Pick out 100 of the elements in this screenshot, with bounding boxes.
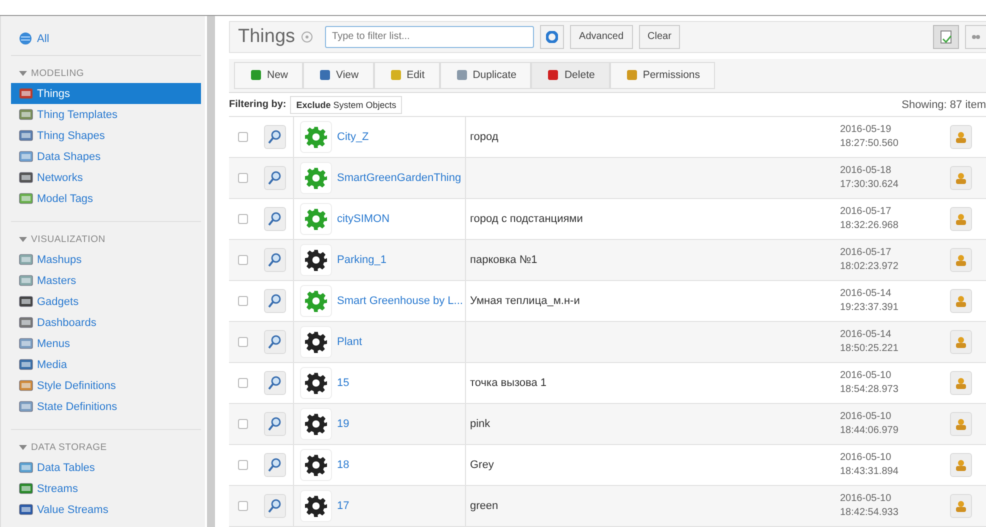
square-icon	[249, 68, 263, 82]
toolbar-button[interactable]: Edit	[374, 62, 440, 90]
sidebar-item[interactable]: State Definitions	[11, 396, 201, 417]
permissions-button[interactable]	[950, 125, 972, 149]
sidebar-item[interactable]: Mashups	[11, 249, 201, 270]
permissions-button[interactable]	[950, 166, 972, 190]
description-text: парковка №1	[470, 254, 538, 266]
table-row[interactable]: Plant 2016-05-14 18:50:25.221	[229, 322, 986, 363]
permissions-button[interactable]	[950, 494, 972, 518]
permissions-button[interactable]	[950, 289, 972, 313]
search-icon	[267, 498, 283, 514]
row-checkbox[interactable]	[238, 501, 248, 511]
sidebar-item[interactable]: Style Definitions	[11, 375, 201, 396]
person-icon	[954, 212, 968, 226]
refresh-button[interactable]	[540, 24, 564, 49]
description-text: точка вызова 1	[470, 377, 547, 389]
toolbar-button[interactable]: Duplicate	[440, 62, 532, 90]
thing-name-link[interactable]: 18	[337, 459, 350, 471]
row-checkbox[interactable]	[238, 378, 248, 388]
tile-view-button[interactable]	[965, 24, 986, 49]
toolbar-button[interactable]: Delete	[531, 62, 610, 90]
item-icon	[19, 337, 33, 350]
table-row[interactable]: 17 green 2016-05-10 18:42:54.933	[229, 486, 986, 527]
permissions-button[interactable]	[950, 330, 972, 354]
row-checkbox[interactable]	[238, 255, 248, 265]
thing-name-link[interactable]: citySIMON	[337, 213, 390, 225]
table-row[interactable]: 19 pink 2016-05-10 18:44:06.979	[229, 404, 986, 445]
advanced-button[interactable]: Advanced	[570, 24, 633, 49]
sidebar-item[interactable]: Data Tables	[11, 457, 201, 478]
view-button[interactable]	[264, 371, 286, 395]
view-button[interactable]	[264, 125, 286, 149]
description-text: город с подстанциями	[470, 213, 583, 225]
toolbar-button[interactable]: Permissions	[610, 62, 716, 90]
table-row[interactable]: SmartGreenGardenThing 2016-05-18 17:30:30.624	[229, 158, 986, 199]
clear-button[interactable]: Clear	[638, 24, 680, 49]
sidebar-item[interactable]: Value Streams	[11, 499, 201, 520]
item-icon	[19, 129, 33, 142]
search-icon	[267, 457, 283, 473]
thing-name-link[interactable]: Parking_1	[337, 254, 387, 266]
view-button[interactable]	[264, 248, 286, 272]
sidebar-item[interactable]: Media	[11, 354, 201, 375]
permissions-button[interactable]	[950, 453, 972, 477]
toolbar-button[interactable]: View	[303, 62, 374, 90]
item-icon	[19, 150, 33, 163]
permissions-button[interactable]	[950, 371, 972, 395]
section-title: DATA STORAGE	[31, 442, 107, 453]
person-icon	[954, 499, 968, 513]
sidebar-item[interactable]: Dashboards	[11, 312, 201, 333]
row-checkbox[interactable]	[238, 173, 248, 183]
row-checkbox[interactable]	[238, 419, 248, 429]
search-field[interactable]: Type to filter list...	[325, 26, 534, 48]
sidebar-item[interactable]: Thing Templates	[11, 104, 201, 125]
row-checkbox[interactable]	[238, 214, 248, 224]
sidebar-item[interactable]: Masters	[11, 270, 201, 291]
permissions-button[interactable]	[950, 412, 972, 436]
chevron-icon	[19, 444, 27, 450]
thing-name-link[interactable]: Smart Greenhouse by L...	[337, 295, 463, 307]
sidebar-item[interactable]: Thing Shapes	[11, 125, 201, 146]
sidebar-item[interactable]: Streams	[11, 478, 201, 499]
view-button[interactable]	[264, 207, 286, 231]
thing-name-link[interactable]: 17	[337, 500, 350, 512]
sidebar-item[interactable]: Gadgets	[11, 291, 201, 312]
permissions-button[interactable]	[950, 248, 972, 272]
sidebar-item[interactable]: Data Shapes	[11, 146, 201, 167]
view-button[interactable]	[264, 494, 286, 518]
row-checkbox[interactable]	[238, 460, 248, 470]
view-button[interactable]	[264, 166, 286, 190]
modified-date: 2016-05-10 18:42:54.933	[840, 492, 900, 520]
scrollbar[interactable]	[207, 16, 215, 527]
thing-name-link[interactable]: 19	[337, 418, 350, 430]
person-icon	[954, 376, 968, 390]
help-icon[interactable]	[301, 30, 314, 43]
person-icon	[954, 335, 968, 349]
sidebar-item[interactable]: Things	[11, 83, 201, 104]
thing-name-link[interactable]: City_Z	[337, 131, 369, 143]
thing-name-link[interactable]: Plant	[337, 336, 362, 348]
toolbar-button[interactable]: New	[234, 62, 304, 90]
sidebar-item[interactable]: Networks	[11, 167, 201, 188]
item-icon	[19, 253, 33, 266]
row-checkbox[interactable]	[238, 337, 248, 347]
thing-name-link[interactable]: 15	[337, 377, 350, 389]
view-button[interactable]	[264, 453, 286, 477]
modified-date: 2016-05-10 18:43:31.894	[840, 451, 900, 479]
row-checkbox[interactable]	[238, 296, 248, 306]
sidebar-item[interactable]: Model Tags	[11, 188, 201, 209]
chevron-icon	[19, 236, 27, 242]
filter-tag[interactable]: Exclude System Objects	[290, 96, 402, 114]
item-icon	[19, 108, 33, 121]
view-button[interactable]	[264, 330, 286, 354]
modified-date: 2016-05-17 18:02:23.972	[840, 246, 900, 274]
thing-name-link[interactable]: SmartGreenGardenThing	[337, 172, 462, 184]
table-row[interactable]: Parking_1 парковка №1 2016-05-17 18:02:23.972	[229, 240, 986, 281]
permissions-button[interactable]	[950, 207, 972, 231]
list-view-button[interactable]	[933, 24, 959, 49]
view-button[interactable]	[264, 412, 286, 436]
item-icon	[19, 295, 33, 308]
view-button[interactable]	[264, 289, 286, 313]
all-link[interactable]: All	[37, 32, 50, 44]
sidebar-item[interactable]: Menus	[11, 333, 201, 354]
row-checkbox[interactable]	[238, 132, 248, 142]
